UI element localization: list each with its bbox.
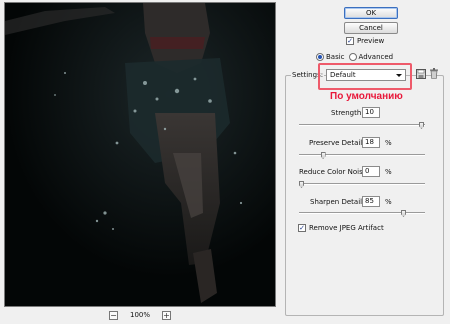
preview-image[interactable] bbox=[4, 2, 276, 307]
mode-advanced[interactable]: Advanced bbox=[348, 53, 394, 61]
mode-radio-group: Basic Advanced bbox=[316, 53, 393, 61]
reduce-color-noise-input[interactable]: 0 bbox=[362, 166, 380, 177]
strength-label: Strength: bbox=[331, 109, 364, 117]
cancel-button[interactable]: Cancel bbox=[344, 22, 398, 34]
remove-jpeg-option[interactable]: ✓ Remove JPEG Artifact bbox=[298, 224, 384, 232]
sharpen-details-label: Sharpen Details: bbox=[310, 198, 369, 206]
annotation-text: По умолчанию bbox=[330, 91, 403, 102]
zoom-out-button[interactable]: − bbox=[108, 310, 118, 320]
preserve-details-input[interactable]: 18 bbox=[362, 137, 380, 148]
zoom-in-button[interactable]: + bbox=[162, 310, 171, 320]
reduce-color-noise-label: Reduce Color Noise: bbox=[299, 168, 370, 176]
preview-label: Preview bbox=[357, 37, 385, 45]
reduce-color-noise-unit: % bbox=[385, 168, 392, 176]
sharpen-details-input[interactable]: 85 bbox=[362, 196, 380, 207]
settings-dropdown[interactable]: Default bbox=[326, 69, 406, 81]
preserve-details-slider[interactable] bbox=[299, 152, 425, 159]
strength-slider[interactable] bbox=[299, 122, 425, 129]
sharpen-details-slider[interactable] bbox=[299, 210, 425, 217]
preview-photo bbox=[5, 3, 275, 306]
delete-settings-icon[interactable] bbox=[429, 68, 439, 79]
settings-value: Default bbox=[330, 71, 356, 79]
remove-jpeg-label: Remove JPEG Artifact bbox=[309, 224, 384, 232]
zoom-level: 100% bbox=[129, 311, 150, 319]
preview-checkbox[interactable]: ✓ bbox=[346, 37, 354, 45]
chevron-down-icon bbox=[396, 74, 402, 77]
advanced-label: Advanced bbox=[358, 53, 394, 61]
advanced-radio[interactable] bbox=[348, 53, 357, 61]
sharpen-details-unit: % bbox=[385, 198, 392, 206]
reduce-color-noise-slider[interactable] bbox=[299, 181, 425, 188]
mode-basic[interactable]: Basic bbox=[316, 53, 345, 61]
preserve-details-label: Preserve Details: bbox=[309, 139, 369, 147]
basic-label: Basic bbox=[326, 53, 345, 61]
strength-input[interactable]: 10 bbox=[362, 107, 380, 118]
zoom-bar: − 100% + bbox=[4, 308, 276, 322]
preview-option[interactable]: ✓ Preview bbox=[346, 37, 384, 45]
ok-button[interactable]: OK bbox=[344, 7, 398, 19]
basic-radio[interactable] bbox=[316, 53, 324, 61]
remove-jpeg-checkbox[interactable]: ✓ bbox=[298, 224, 306, 232]
save-settings-icon[interactable] bbox=[416, 69, 426, 79]
preserve-details-unit: % bbox=[385, 139, 392, 147]
